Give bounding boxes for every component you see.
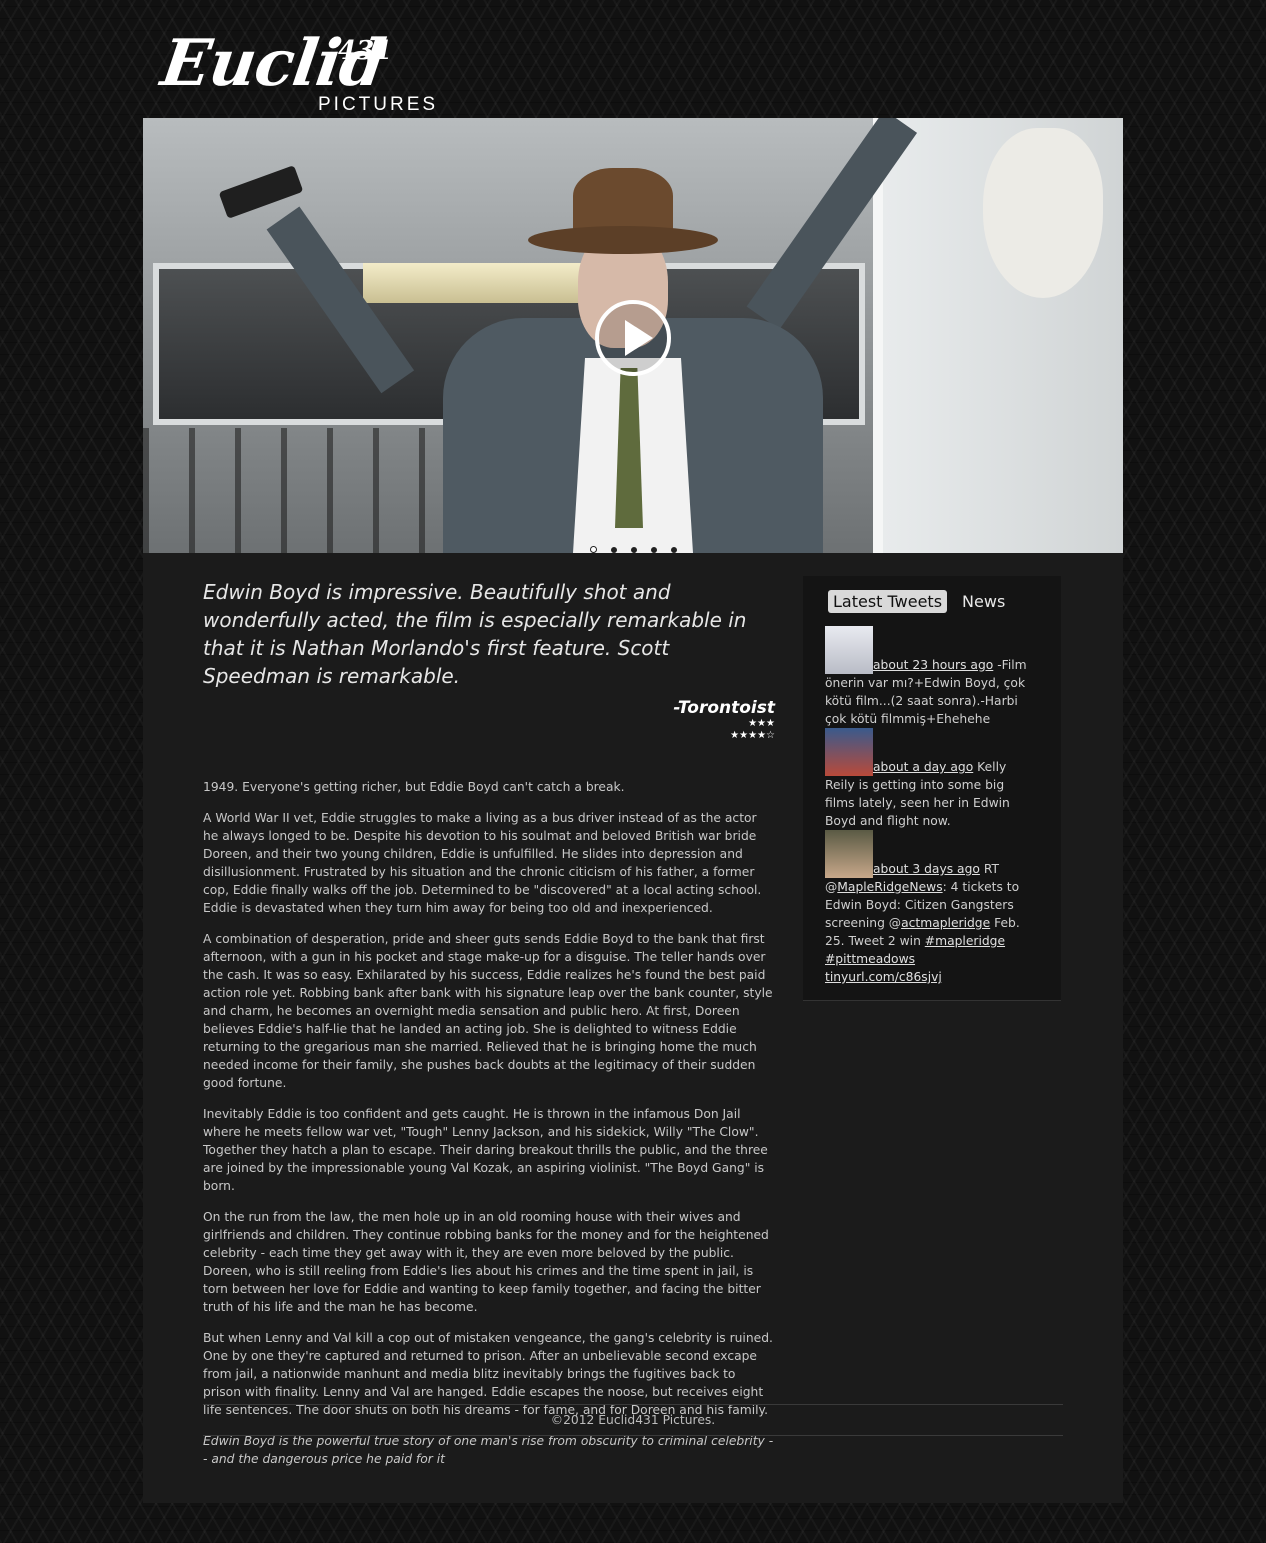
review-quote: Edwin Boyd is impressive. Beautifully sh… — [203, 580, 747, 688]
slide-dot-4[interactable] — [650, 547, 657, 553]
play-button[interactable] — [595, 300, 671, 376]
tab-latest-tweets[interactable]: Latest Tweets — [828, 590, 948, 613]
hero-slideshow — [143, 118, 1123, 553]
tweet-time-link[interactable]: about 3 days ago — [873, 862, 980, 876]
synopsis-paragraph: 1949. Everyone's getting richer, but Edd… — [203, 780, 625, 794]
tab-news[interactable]: News — [957, 590, 1010, 613]
hero-sack — [983, 128, 1103, 298]
slide-dot-3[interactable] — [630, 547, 637, 553]
synopsis-paragraph: A combination of desperation, pride and … — [203, 932, 773, 1090]
slide-dot-5[interactable] — [670, 547, 677, 553]
hero-hat — [528, 168, 718, 258]
rating-stars-2: ★★★★☆ — [730, 730, 775, 741]
hashtag-link[interactable]: #mapleridge — [925, 934, 1005, 948]
synopsis: 1949. Everyone's getting richer, but Edd… — [203, 778, 775, 1468]
hero-railing — [143, 428, 443, 553]
footer-copyright: ©2012 Euclid431 Pictures. — [550, 1413, 716, 1427]
main-content: Edwin Boyd is impressive. Beautifully sh… — [203, 578, 775, 1481]
mention-link[interactable]: MapleRidgeNews — [837, 880, 942, 894]
rating-stars-1: ★★★ — [748, 718, 775, 729]
tweet-item: about a day ago Kelly Reily is getting i… — [825, 728, 1035, 830]
page-container: Edwin Boyd is impressive. Beautifully sh… — [143, 118, 1123, 1503]
avatar — [825, 728, 873, 776]
tweet-item: about 3 days ago RT @MapleRidgeNews: 4 t… — [825, 830, 1035, 986]
url-link[interactable]: tinyurl.com/c86sjvj — [825, 970, 942, 984]
tweet-list: about 23 hours ago -Film önerin var mı?+… — [825, 626, 1035, 986]
slide-dot-2[interactable] — [610, 547, 617, 553]
synopsis-paragraph: Inevitably Eddie is too confident and ge… — [203, 1107, 768, 1193]
tweet-item: about 23 hours ago -Film önerin var mı?+… — [825, 626, 1035, 728]
sidebar: Latest Tweets News about 23 hours ago -Fi… — [803, 576, 1061, 1001]
review-source: -Torontoist — [673, 698, 775, 718]
logo-number: 431 — [338, 36, 393, 66]
synopsis-tagline: Edwin Boyd is the powerful true story of… — [203, 1434, 774, 1466]
logo[interactable]: Euclid 431 PICTURES — [157, 26, 435, 128]
footer: ©2012 Euclid431 Pictures. — [203, 1404, 1063, 1436]
synopsis-paragraph: On the run from the law, the men hole up… — [203, 1210, 769, 1314]
tweet-time-link[interactable]: about 23 hours ago — [873, 658, 993, 672]
hat-brim — [528, 226, 718, 254]
mention-link[interactable]: actmapleridge — [901, 916, 990, 930]
slide-dots — [143, 538, 1123, 553]
logo-subtitle: PICTURES — [318, 94, 439, 115]
avatar — [825, 830, 873, 878]
tweet-time-link[interactable]: about a day ago — [873, 760, 973, 774]
hashtag-link[interactable]: #pittmeadows — [825, 952, 915, 966]
slide-dot-1[interactable] — [589, 546, 597, 553]
sidebar-tabs: Latest Tweets News — [828, 590, 1020, 613]
avatar — [825, 626, 873, 674]
synopsis-paragraph: A World War II vet, Eddie struggles to m… — [203, 811, 762, 915]
